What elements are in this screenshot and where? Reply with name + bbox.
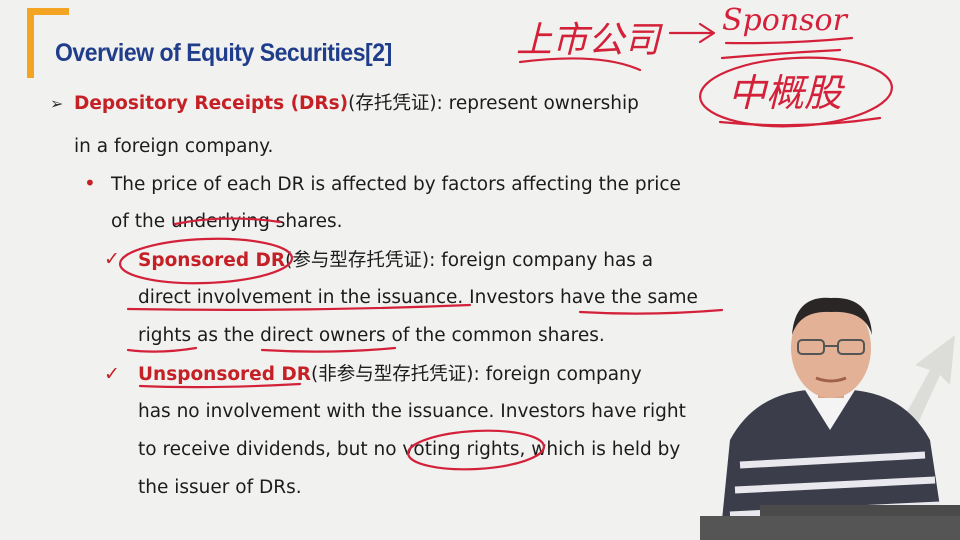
bullet-unsponsored-dr: Unsponsored DR(非参与型存托凭证): foreign compan… [138,363,642,387]
text-line-2: in a foreign company. [74,136,274,157]
definition-text: : represent ownership [436,93,639,114]
check-icon: ✓ [104,248,120,270]
check-icon: ✓ [104,363,120,385]
term-cn-sponsored: (参与型存托凭证) [285,250,430,271]
sponsored-definition: : foreign company has a [429,250,654,271]
term-depository-receipts: Depository Receipts (DRs) [74,93,349,114]
text-line-10: to receive dividends, but no voting righ… [138,439,681,460]
dot-bullet-icon: • [84,171,96,195]
handwriting-sponsor: Sponsor [722,3,849,38]
term-cn-depository: (存托凭证) [348,93,437,114]
text-line-6: direct involvement in the issuance. Inve… [138,287,698,308]
term-cn-unsponsored: (非参与型存托凭证) [311,364,474,385]
text-line-11: the issuer of DRs. [138,477,302,498]
text-line-7: rights as the direct owners of the commo… [138,325,605,346]
presenter-video [700,297,960,540]
term-unsponsored-dr: Unsponsored DR [138,364,312,385]
text-line-3: The price of each DR is affected by fact… [111,174,681,195]
unsponsored-definition: : foreign company [473,364,642,385]
handwriting-china-concept-stocks: 中概股 [728,71,845,115]
term-sponsored-dr: Sponsored DR [138,250,286,271]
handwriting-listed-company: 上市公司 [516,20,663,61]
text-line-4: of the underlying shares. [111,211,343,232]
arrow-bullet-icon: ➢ [50,94,64,113]
bullet-depository-receipts: Depository Receipts (DRs)(存托凭证): represe… [74,92,639,116]
slide-title: Overview of Equity Securities[2] [55,39,392,67]
bullet-sponsored-dr: Sponsored DR(参与型存托凭证): foreign company h… [138,249,653,273]
slide: Overview of Equity Securities[2] ➢ Depos… [0,0,960,540]
text-line-9: has no involvement with the issuance. In… [138,401,686,422]
